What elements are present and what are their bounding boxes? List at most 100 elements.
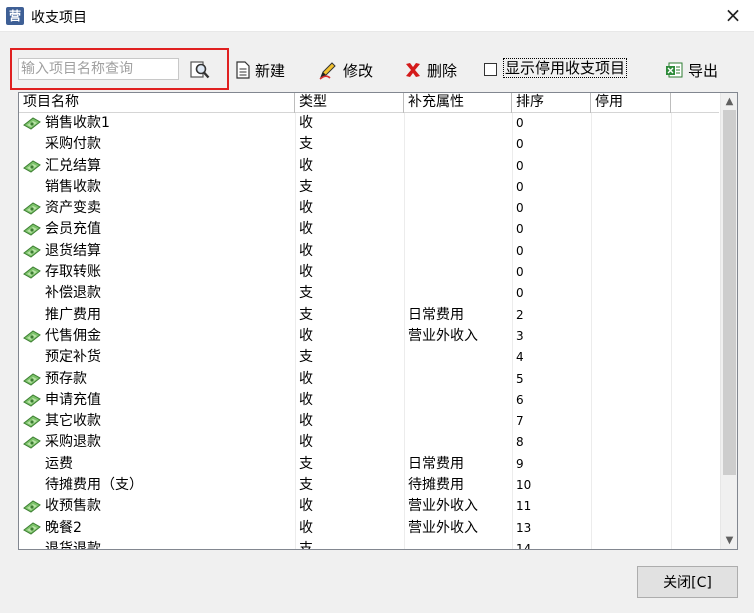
cell-extra [408, 113, 508, 134]
show-disabled-label[interactable]: 显示停用收支项目 [503, 58, 628, 78]
cell-disabled [595, 390, 665, 411]
table-row[interactable]: 汇兑结算 收 0 [19, 156, 719, 177]
item-name: 补偿退款 [45, 285, 101, 302]
cell-sort: 0 [516, 222, 524, 237]
table-row[interactable]: 预存款 收 5 [19, 369, 719, 390]
item-name: 预定补货 [45, 349, 101, 366]
item-name: 采购付款 [45, 136, 101, 153]
window-close-button[interactable]: × [720, 3, 746, 29]
table-row[interactable]: 预定补货 支 4 [19, 347, 719, 368]
cell-sort: 0 [516, 201, 524, 216]
item-name: 存取转账 [45, 264, 101, 281]
scroll-thumb[interactable] [723, 110, 736, 475]
delete-button[interactable]: 删除 [404, 59, 457, 81]
search-button[interactable] [189, 59, 211, 81]
table-row[interactable]: 退货结算 收 0 [19, 241, 719, 262]
item-name: 收预售款 [45, 498, 101, 515]
money-icon [23, 159, 41, 177]
cell-disabled [595, 496, 665, 517]
item-name: 运费 [45, 455, 73, 472]
cell-type: 收 [299, 242, 313, 259]
vertical-scrollbar[interactable]: ▲ ▼ [720, 93, 737, 549]
money-icon [23, 222, 41, 240]
cell-name: 采购付款 [23, 134, 291, 155]
table-row[interactable]: 采购退款 收 8 [19, 432, 719, 453]
cell-disabled [595, 134, 665, 155]
table-row[interactable]: 待摊费用（支） 支 待摊费用 10 [19, 475, 719, 496]
cell-extra: 日常费用 [408, 306, 464, 323]
cell-sort: 14 [516, 541, 532, 550]
column-header-name[interactable]: 项目名称 [19, 93, 295, 113]
new-button-label: 新建 [255, 61, 286, 80]
table-row[interactable]: 销售收款1 收 0 [19, 113, 719, 134]
column-header-disabled[interactable]: 停用 [591, 93, 671, 113]
edit-button[interactable]: 修改 [318, 59, 373, 81]
cell-sort: 13 [516, 520, 532, 535]
new-button[interactable]: 新建 [236, 59, 285, 81]
item-name: 退货结算 [45, 242, 101, 259]
cell-extra: 营业外收入 [408, 498, 478, 515]
table-row[interactable]: 退货退款 支 14 [19, 539, 719, 550]
show-disabled-checkbox[interactable] [484, 63, 497, 76]
item-name: 其它收款 [45, 413, 101, 430]
export-button-label: 导出 [688, 61, 719, 80]
title-bar: 营 收支项目 × [0, 0, 754, 32]
scroll-up-arrow-icon[interactable]: ▲ [721, 93, 737, 110]
cell-disabled [595, 454, 665, 475]
table-row[interactable]: 销售收款 支 0 [19, 177, 719, 198]
cell-extra [408, 241, 508, 262]
cell-name: 采购退款 [23, 432, 291, 453]
close-button[interactable]: 关闭[C] [637, 566, 738, 598]
table-row[interactable]: 存取转账 收 0 [19, 262, 719, 283]
column-header-sort[interactable]: 排序 [512, 93, 591, 113]
table-body: 销售收款1 收 0 采购付款支 0 汇兑结算收 0 销售收款支 0 资产变卖收 0 会员充值收 0 退货结… [19, 113, 719, 550]
cell-sort: 9 [516, 456, 524, 471]
cell-type: 收 [299, 519, 313, 536]
item-name: 晚餐2 [45, 519, 82, 536]
cell-name: 代售佣金 [23, 326, 291, 347]
cell-extra [408, 134, 508, 155]
table-row[interactable]: 采购付款 支 0 [19, 134, 719, 155]
table-row[interactable]: 会员充值 收 0 [19, 219, 719, 240]
export-button[interactable]: 导出 [665, 59, 718, 81]
cell-extra [408, 262, 508, 283]
cell-sort: 11 [516, 499, 532, 514]
item-name: 推广费用 [45, 306, 101, 323]
delete-x-icon [406, 63, 420, 77]
cell-disabled [595, 411, 665, 432]
cell-type: 支 [299, 178, 313, 195]
table-row[interactable]: 资产变卖 收 0 [19, 198, 719, 219]
column-header-type[interactable]: 类型 [295, 93, 404, 113]
cell-name: 销售收款1 [23, 113, 291, 134]
scroll-down-arrow-icon[interactable]: ▼ [721, 532, 737, 549]
cell-name: 待摊费用（支） [23, 475, 291, 496]
cell-sort: 0 [516, 116, 524, 130]
item-name: 代售佣金 [45, 327, 101, 344]
cell-name: 退货退款 [23, 539, 291, 549]
table-row[interactable]: 收预售款 收 营业外收入 11 [19, 496, 719, 517]
table-row[interactable]: 代售佣金 收 营业外收入 3 [19, 326, 719, 347]
table-row[interactable]: 申请充值 收 6 [19, 390, 719, 411]
table-row[interactable]: 补偿退款 支 0 [19, 283, 719, 304]
column-header-extra[interactable]: 补充属性 [404, 93, 512, 113]
cell-name: 其它收款 [23, 411, 291, 432]
item-name: 销售收款 [45, 178, 101, 195]
cell-sort: 5 [516, 371, 524, 386]
money-icon [23, 499, 41, 517]
cell-disabled [595, 156, 665, 177]
cell-type: 支 [299, 285, 313, 302]
table-row[interactable]: 晚餐2 收 营业外收入 13 [19, 518, 719, 539]
cell-type: 收 [299, 413, 313, 430]
search-input[interactable] [18, 58, 179, 80]
cell-type: 收 [299, 200, 313, 217]
cell-disabled [595, 369, 665, 390]
cell-extra [408, 539, 508, 549]
cell-extra [408, 156, 508, 177]
app-icon: 营 [6, 7, 24, 25]
money-icon [23, 201, 41, 219]
cell-sort: 10 [516, 478, 532, 493]
table-row[interactable]: 推广费用 支 日常费用 2 [19, 305, 719, 326]
table-row[interactable]: 运费 支 日常费用 9 [19, 454, 719, 475]
table-row[interactable]: 其它收款 收 7 [19, 411, 719, 432]
cell-disabled [595, 326, 665, 347]
